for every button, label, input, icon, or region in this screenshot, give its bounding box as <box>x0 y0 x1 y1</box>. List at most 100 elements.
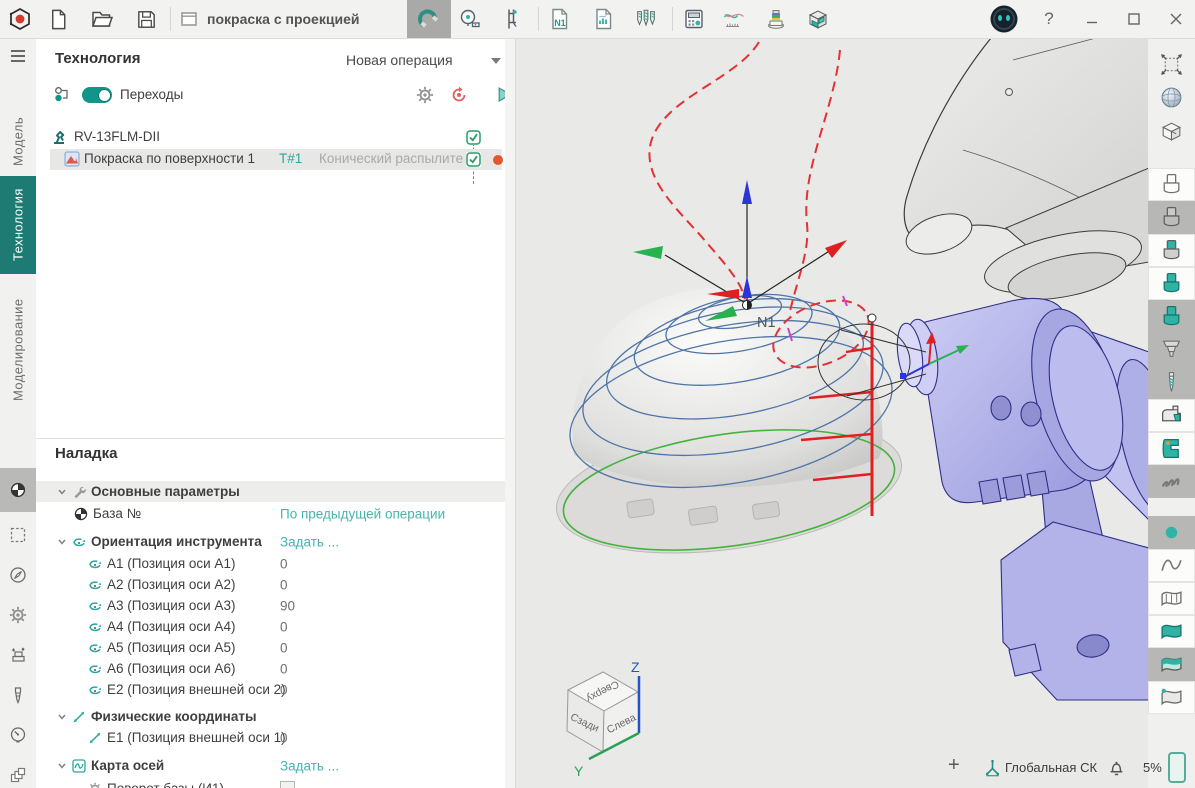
param-row-e1[interactable]: E1 (Позиция внешней оси 1) 0 <box>36 727 516 748</box>
datum-icon <box>10 482 26 498</box>
param-row-a1[interactable]: A1 (Позиция оси A1) 0 <box>36 553 516 574</box>
show-marked-surface-button[interactable] <box>1148 681 1195 714</box>
param-group-main[interactable]: Основные параметры <box>36 481 516 502</box>
minimize-button[interactable] <box>1080 7 1104 31</box>
param-value[interactable]: 0 <box>280 619 288 634</box>
show-part-button[interactable] <box>1148 300 1195 333</box>
measure-tape-button[interactable] <box>458 7 482 31</box>
show-model-button[interactable] <box>1148 267 1195 300</box>
param-value[interactable]: По предыдущей операции <box>280 506 445 521</box>
transitions-toggle[interactable] <box>82 87 112 103</box>
shaded-view-button[interactable] <box>1148 81 1195 114</box>
save-icon[interactable] <box>134 7 158 31</box>
param-row-partial[interactable]: Поворот базы (И1) <box>36 778 516 788</box>
tool-rail-button[interactable] <box>0 676 36 714</box>
technology-panel: Технология Новая операция Переходы RV-13… <box>36 38 516 788</box>
show-result-button[interactable] <box>1148 234 1195 267</box>
tab-technology[interactable]: Технология <box>0 176 36 274</box>
chevron-down-icon[interactable] <box>491 58 501 64</box>
show-dual-surface-button[interactable] <box>1148 648 1195 681</box>
show-shaded-surface-button[interactable] <box>1148 615 1195 648</box>
new-document-icon[interactable] <box>46 7 70 31</box>
show-machine-button[interactable] <box>1148 432 1195 465</box>
param-value[interactable]: 0 <box>280 661 288 676</box>
param-group-axes-map[interactable]: Карта осей Задать ... <box>36 755 516 776</box>
tab-model[interactable]: Модель <box>0 110 36 172</box>
orientation-cube[interactable]: Сверху Сзади Слева Z Y <box>567 659 640 779</box>
tools-library-button[interactable] <box>634 7 658 31</box>
snap-magnet-button[interactable] <box>407 0 451 38</box>
selection-rail-button[interactable] <box>0 516 36 554</box>
magnet-icon <box>416 6 442 32</box>
show-curves-button[interactable] <box>1148 549 1195 582</box>
assistant-button[interactable] <box>989 4 1019 34</box>
param-row-e2[interactable]: E2 (Позиция внешней оси 2) 0 <box>36 679 516 700</box>
param-row-a5[interactable]: A5 (Позиция оси A5) 0 <box>36 637 516 658</box>
progress-percent[interactable]: 5% <box>1143 760 1162 775</box>
coordinate-system-icon[interactable] <box>983 758 1002 777</box>
add-button[interactable]: + <box>948 754 960 777</box>
gauge-rail-button[interactable] <box>0 716 36 754</box>
param-value[interactable]: 0 <box>280 640 288 655</box>
show-stock-button[interactable] <box>1148 201 1195 234</box>
press-rail-button[interactable] <box>0 636 36 674</box>
toggle-knob <box>98 89 111 102</box>
param-value[interactable]: 0 <box>280 556 288 571</box>
report-button[interactable] <box>592 7 616 31</box>
graphs-button[interactable] <box>722 7 746 31</box>
param-value[interactable]: 0 <box>280 577 288 592</box>
viewport-3d[interactable]: N1 Сверху Сзади Слева Z Y <box>516 38 1148 788</box>
toolbar-separator <box>170 7 171 31</box>
settings-rail-button[interactable] <box>0 596 36 634</box>
param-row-a2[interactable]: A2 (Позиция оси A2) 0 <box>36 574 516 595</box>
operation-checkbox[interactable] <box>466 152 481 167</box>
active-csys-label[interactable]: Глобальная СК <box>1005 760 1101 775</box>
fit-view-button[interactable] <box>1148 48 1195 81</box>
nc-program-button[interactable]: N1 <box>548 7 572 31</box>
tab-simulation[interactable]: Моделирование <box>0 280 36 420</box>
show-tool-button[interactable] <box>1148 366 1195 399</box>
show-head-button[interactable] <box>1148 399 1195 432</box>
param-value[interactable]: 90 <box>280 598 295 613</box>
help-button[interactable]: ? <box>1038 8 1060 30</box>
main-menu-button[interactable] <box>0 44 36 68</box>
tree-item-operation[interactable]: Покраска по поверхности 1 Т#1 Конический… <box>50 149 502 170</box>
machine-checkbox[interactable] <box>466 130 481 145</box>
param-value[interactable]: Задать ... <box>280 534 339 549</box>
param-value[interactable]: Задать ... <box>280 758 339 773</box>
press-layers-button[interactable] <box>764 7 788 31</box>
tool-number: Т#1 <box>279 151 302 166</box>
measure-caliper-button[interactable] <box>500 7 524 31</box>
section-box-button[interactable] <box>1148 114 1195 147</box>
datum-rail-button[interactable] <box>0 468 36 512</box>
param-row-a6[interactable]: A6 (Позиция оси A6) 0 <box>36 658 516 679</box>
param-row-base[interactable]: База № По предыдущей операции <box>36 503 516 524</box>
layers-rail-button[interactable] <box>0 756 36 788</box>
run-simulation-button[interactable] <box>496 86 513 103</box>
param-row-a3[interactable]: A3 (Позиция оси A3) 90 <box>36 595 516 616</box>
show-workpiece-button[interactable] <box>1148 168 1195 201</box>
show-points-button[interactable] <box>1148 516 1195 549</box>
compass-rail-button[interactable] <box>0 556 36 594</box>
app-logo[interactable] <box>8 7 32 31</box>
param-checkbox[interactable] <box>280 781 295 788</box>
new-operation-button[interactable]: Новая операция <box>346 52 453 68</box>
calculator-button[interactable] <box>682 7 706 31</box>
workpiece-box-button[interactable] <box>806 7 830 31</box>
recalculate-button[interactable] <box>450 86 468 104</box>
param-value[interactable]: 0 <box>280 730 288 745</box>
transitions-label: Переходы <box>120 87 183 102</box>
tree-item-machine[interactable]: RV-13FLM-DII <box>36 127 505 148</box>
show-hatch-button[interactable] <box>1148 465 1195 498</box>
param-value[interactable]: 0 <box>280 682 288 697</box>
maximize-button[interactable] <box>1122 7 1146 31</box>
param-group-physical[interactable]: Физические координаты <box>36 706 516 727</box>
open-project-icon[interactable] <box>90 7 114 31</box>
show-wireframe-surface-button[interactable] <box>1148 582 1195 615</box>
bell-icon[interactable] <box>1107 758 1126 777</box>
show-fixture-button[interactable] <box>1148 333 1195 366</box>
close-button[interactable] <box>1164 7 1188 31</box>
operation-settings-button[interactable] <box>416 86 434 104</box>
param-group-orientation[interactable]: Ориентация инструмента Задать ... <box>36 531 516 552</box>
param-row-a4[interactable]: A4 (Позиция оси A4) 0 <box>36 616 516 637</box>
